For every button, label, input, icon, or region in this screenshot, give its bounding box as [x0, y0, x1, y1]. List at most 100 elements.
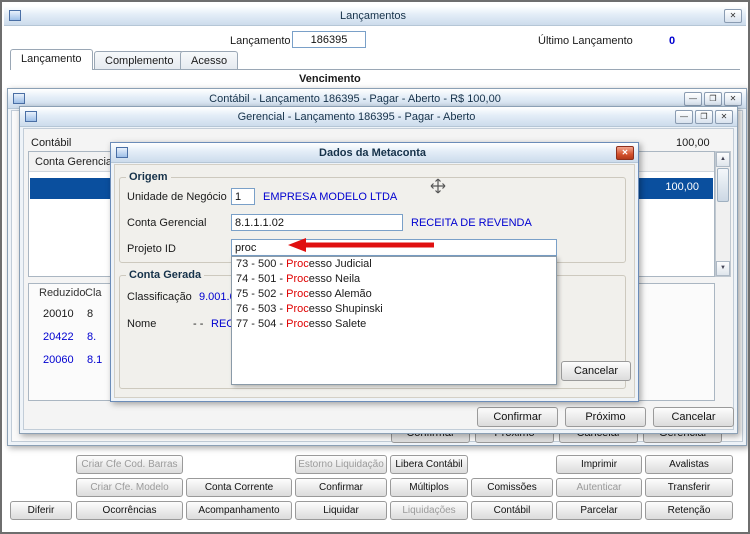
- main-titlebar: Lançamentos ✕: [4, 6, 746, 26]
- dropdown-item[interactable]: 76 - 503 - Processo Shupinski: [232, 302, 556, 317]
- footer-button-imprimir[interactable]: Imprimir: [556, 455, 642, 474]
- window-icon: [9, 10, 21, 21]
- lancamento-label: Lançamento: [230, 35, 291, 47]
- minimize-icon[interactable]: —: [675, 109, 693, 124]
- tab-complemento[interactable]: Complemento: [94, 51, 185, 70]
- footer-button-libera-contabil[interactable]: Libera Contábil: [390, 455, 468, 474]
- footer-button-multiplos[interactable]: Múltiplos: [390, 478, 468, 497]
- grid-scrollbar[interactable]: ▲ ▼: [715, 151, 731, 277]
- unidade-negocio-label: Unidade de Negócio: [127, 191, 227, 203]
- conta-gerada-group-label: Conta Gerada: [126, 269, 205, 281]
- dropdown-item[interactable]: 73 - 500 - Processo Judicial: [232, 257, 556, 272]
- footer-button-confirmar[interactable]: Confirmar: [295, 478, 387, 497]
- item-suffix: esso Alemão: [308, 288, 372, 300]
- dropdown-item[interactable]: 75 - 502 - Processo Alemão: [232, 287, 556, 302]
- footer-button-estorno-liquidacao[interactable]: Estorno Liquidação: [295, 455, 387, 474]
- nome-value-prefix: - -: [193, 318, 204, 330]
- footer-button-comissoes[interactable]: Comissões: [471, 478, 553, 497]
- close-icon[interactable]: ✕: [616, 145, 634, 160]
- item-match: Proc: [286, 303, 309, 315]
- maximize-icon[interactable]: ❐: [704, 91, 722, 106]
- item-prefix: 73 - 500 -: [236, 258, 287, 270]
- maximize-icon[interactable]: ❐: [695, 109, 713, 124]
- metaconta-cancelar-button[interactable]: Cancelar: [561, 361, 631, 381]
- footer-button-transferir[interactable]: Transferir: [645, 478, 733, 497]
- projeto-id-label: Projeto ID: [127, 243, 176, 255]
- footer-button-liquidar[interactable]: Liquidar: [295, 501, 387, 520]
- tab-acesso[interactable]: Acesso: [180, 51, 239, 70]
- cell-cla: 8.: [87, 331, 97, 343]
- close-icon[interactable]: ✕: [724, 91, 742, 106]
- window-icon: [116, 147, 128, 158]
- footer-button-ocorrencias[interactable]: Ocorrências: [76, 501, 183, 520]
- gerencial-titlebar: Gerencial - Lançamento 186395 - Pagar - …: [20, 107, 737, 127]
- metaconta-dialog: Dados da Metaconta ✕ Origem Unidade de N…: [110, 142, 639, 402]
- gerencial-cancelar-button[interactable]: Cancelar: [653, 407, 734, 427]
- projeto-id-input[interactable]: [231, 239, 557, 256]
- window-icon: [13, 93, 25, 104]
- item-suffix: esso Neila: [308, 273, 361, 285]
- item-suffix: esso Salete: [308, 318, 367, 330]
- item-match: Proc: [286, 273, 309, 285]
- origem-group-label: Origem: [126, 171, 171, 183]
- footer-button-autenticar[interactable]: Autenticar: [556, 478, 642, 497]
- footer-button-avalistas[interactable]: Avalistas: [645, 455, 733, 474]
- list-header-reduzido: Reduzido: [39, 287, 86, 299]
- close-icon[interactable]: ✕: [715, 109, 733, 124]
- item-prefix: 76 - 503 -: [236, 303, 287, 315]
- item-match: Proc: [286, 318, 309, 330]
- unidade-negocio-desc: EMPRESA MODELO LTDA: [263, 191, 398, 203]
- window-icon: [25, 111, 37, 122]
- footer-button-retencao[interactable]: Retenção: [645, 501, 733, 520]
- metaconta-titlebar: Dados da Metaconta ✕: [111, 143, 638, 163]
- gerencial-confirmar-button[interactable]: Confirmar: [477, 407, 558, 427]
- dropdown-item[interactable]: 77 - 504 - Processo Salete: [232, 317, 556, 332]
- footer-button-acompanhamento[interactable]: Acompanhamento: [186, 501, 292, 520]
- metaconta-window-controls: ✕: [616, 145, 634, 160]
- conta-gerencial-input[interactable]: [231, 214, 403, 231]
- minimize-icon[interactable]: —: [684, 91, 702, 106]
- item-prefix: 75 - 502 -: [236, 288, 287, 300]
- footer-button-conta-corrente[interactable]: Conta Corrente: [186, 478, 292, 497]
- contabil-window-controls: — ❐ ✕: [684, 91, 742, 106]
- lancamento-input[interactable]: [292, 31, 366, 48]
- main-window-controls: ✕: [724, 8, 742, 23]
- item-match: Proc: [286, 258, 309, 270]
- tab-lancamento[interactable]: Lançamento: [10, 49, 93, 70]
- footer-button-contabil[interactable]: Contábil: [471, 501, 553, 520]
- gerencial-title: Gerencial - Lançamento 186395 - Pagar - …: [237, 110, 476, 123]
- footer-button-criar-cfe-cod-barras[interactable]: Criar Cfe Cod. Barras: [76, 455, 183, 474]
- ultimo-lancamento-label: Último Lançamento: [538, 35, 633, 47]
- item-match: Proc: [286, 288, 309, 300]
- ultimo-lancamento-value: 0: [669, 35, 676, 47]
- cell-cla: 8: [87, 308, 94, 320]
- dropdown-item[interactable]: 74 - 501 - Processo Neila: [232, 272, 556, 287]
- footer-button-criar-cfe-modelo[interactable]: Criar Cfe. Modelo: [76, 478, 183, 497]
- cell-reduzido: 20010: [43, 308, 74, 320]
- tab-panel-border: [10, 69, 740, 70]
- conta-gerencial-desc: RECEITA DE REVENDA: [411, 217, 532, 229]
- cell-cla: 8.1: [87, 354, 103, 366]
- scrollbar-thumb[interactable]: [717, 168, 729, 202]
- cell-reduzido: 20422: [43, 331, 74, 343]
- conta-gerencial-label: Conta Gerencial: [127, 217, 207, 229]
- classificacao-label: Classificação: [127, 291, 192, 303]
- vencimento-label: Vencimento: [299, 73, 361, 85]
- scroll-down-icon[interactable]: ▼: [716, 261, 730, 276]
- gerencial-total-value: 100,00: [676, 137, 710, 149]
- footer-button-liquidacoes[interactable]: Liquidações: [390, 501, 468, 520]
- close-icon[interactable]: ✕: [724, 8, 742, 23]
- unidade-negocio-input[interactable]: [231, 188, 255, 205]
- item-prefix: 77 - 504 -: [236, 318, 287, 330]
- nome-label: Nome: [127, 318, 157, 330]
- main-title: Lançamentos: [339, 9, 407, 22]
- footer-button-parcelar[interactable]: Parcelar: [556, 501, 642, 520]
- metaconta-title: Dados da Metaconta: [319, 146, 426, 159]
- scroll-up-icon[interactable]: ▲: [716, 152, 730, 167]
- gerencial-proximo-button[interactable]: Próximo: [565, 407, 646, 427]
- gerencial-window-controls: — ❐ ✕: [675, 109, 733, 124]
- contabil-title: Contábil - Lançamento 186395 - Pagar - A…: [209, 92, 501, 105]
- selected-row-amount: 100,00: [665, 181, 699, 193]
- footer-button-diferir[interactable]: Diferir: [10, 501, 72, 520]
- cell-reduzido: 20060: [43, 354, 74, 366]
